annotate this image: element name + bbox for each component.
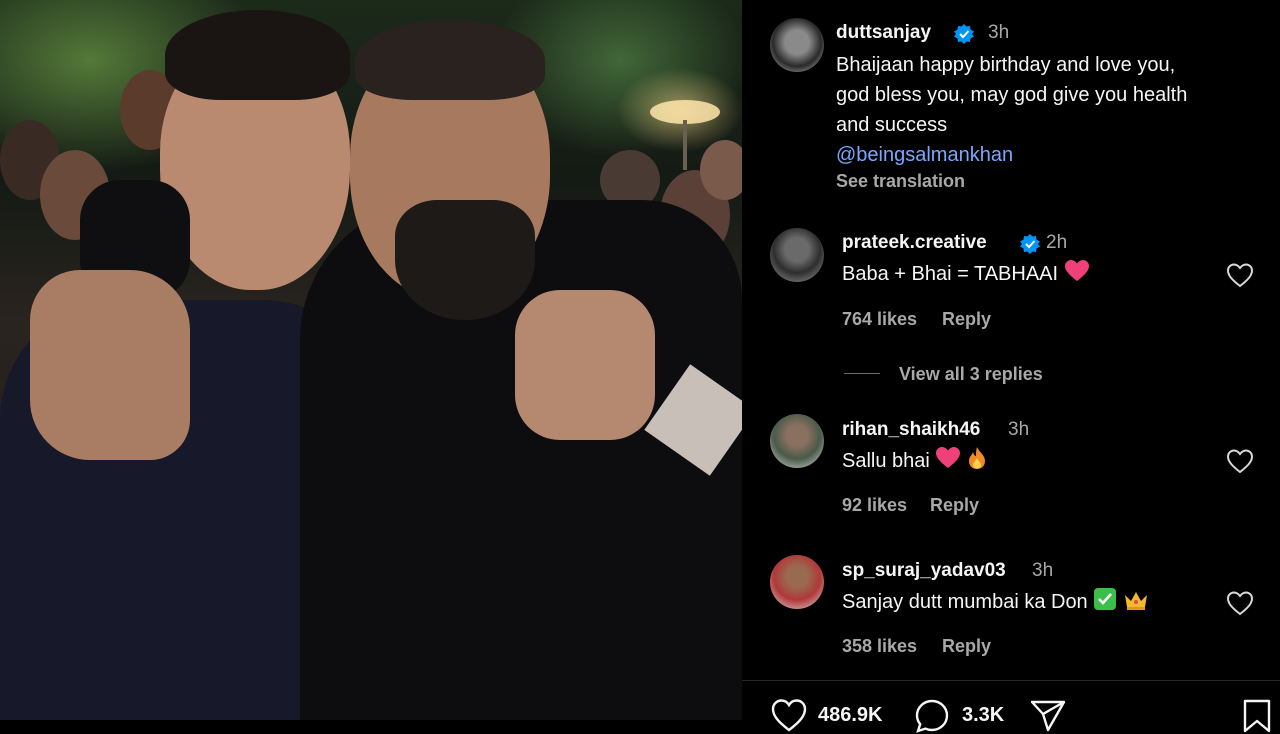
comment-text: Baba + Bhai = TABHAAI [842, 263, 1059, 285]
comment-username[interactable]: sp_suraj_yadav03 [842, 560, 1006, 582]
like-heart-icon[interactable] [770, 698, 808, 732]
comment-text-row: Sallu bhai [842, 446, 987, 476]
crowd-person [700, 140, 742, 200]
comment-time: 2h [1046, 232, 1068, 253]
lamp-post [683, 120, 687, 170]
comment-text: Sanjay dutt mumbai ka Don [842, 591, 1088, 613]
share-send-icon[interactable] [1028, 698, 1068, 734]
comments-count[interactable]: 3.3K [962, 704, 1004, 727]
person-right-beard [395, 200, 535, 320]
verified-badge-icon [954, 24, 974, 44]
fire-emoji-icon [968, 447, 985, 469]
comment-bubble-icon[interactable] [914, 698, 950, 734]
comment-likes[interactable]: 764 likes [842, 309, 917, 330]
comment-text-row: Sanjay dutt mumbai ka Don [842, 587, 1149, 617]
comment-likes[interactable]: 358 likes [842, 636, 917, 657]
see-translation-link[interactable]: See translation [836, 171, 965, 192]
likes-count[interactable]: 486.9K [818, 704, 883, 727]
hand-left [30, 270, 190, 460]
reply-button[interactable]: Reply [930, 495, 979, 516]
mention-link[interactable]: @beingsalmankhan [836, 140, 1013, 170]
reply-button[interactable]: Reply [942, 636, 991, 657]
comment-time: 3h [1008, 419, 1030, 440]
like-comment-heart-icon[interactable] [1226, 262, 1254, 288]
action-bar-divider [742, 680, 1280, 681]
reply-button[interactable]: Reply [942, 309, 991, 330]
heart-emoji-icon [1064, 260, 1089, 281]
commenter-avatar[interactable] [770, 228, 824, 282]
heart-emoji-icon [936, 447, 961, 468]
like-comment-heart-icon[interactable] [1226, 590, 1254, 616]
crown-emoji-icon [1124, 592, 1147, 610]
verified-badge-icon [1020, 234, 1040, 254]
replies-divider [844, 373, 880, 374]
post-photo[interactable] [0, 0, 742, 720]
check-mark-emoji-icon [1094, 588, 1117, 610]
author-username[interactable]: duttsanjay [836, 22, 931, 44]
person-left-hair [165, 10, 350, 100]
person-right-hair [355, 20, 545, 100]
author-avatar[interactable] [770, 18, 824, 72]
comment-username[interactable]: rihan_shaikh46 [842, 419, 980, 441]
caption-line: god bless you, may god give you health [836, 84, 1188, 106]
comment-username[interactable]: prateek.creative [842, 232, 987, 254]
caption-line: Bhaijaan happy birthday and love you, [836, 54, 1176, 76]
view-replies-button[interactable]: View all 3 replies [899, 364, 1043, 385]
comment-text: Sallu bhai [842, 450, 930, 472]
commenter-avatar[interactable] [770, 555, 824, 609]
comments-panel: duttsanjay 3h Bhaijaan happy birthday an… [742, 0, 1280, 733]
comment-likes[interactable]: 92 likes [842, 495, 907, 516]
commenter-avatar[interactable] [770, 414, 824, 468]
comment-text-row: Baba + Bhai = TABHAAI [842, 259, 1090, 289]
post-time: 3h [988, 22, 1010, 43]
caption-line: and success [836, 114, 948, 136]
hand-right-fist [515, 290, 655, 440]
like-comment-heart-icon[interactable] [1226, 448, 1254, 474]
save-bookmark-icon[interactable] [1242, 698, 1272, 734]
comment-time: 3h [1032, 560, 1054, 581]
